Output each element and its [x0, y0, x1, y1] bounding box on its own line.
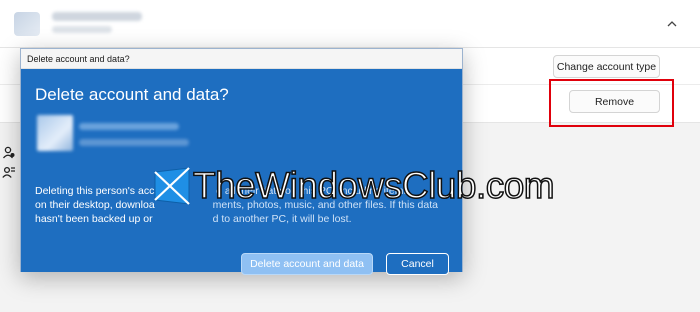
change-account-type-button[interactable]: Change account type: [553, 55, 660, 78]
watermark-text: TheWindowsClub.com: [192, 164, 555, 207]
watermark: TheWindowsClub.com: [153, 163, 603, 215]
account-avatar: [14, 12, 40, 36]
account-name-redacted: [52, 12, 142, 21]
account-card-header[interactable]: [0, 0, 700, 48]
account-type-redacted: [52, 26, 112, 33]
dialog-heading: Delete account and data?: [35, 85, 229, 104]
user-email-redacted: [79, 139, 189, 146]
windows-logo-icon: [154, 167, 190, 205]
delete-account-and-data-button[interactable]: Delete account and data: [241, 253, 373, 275]
user-name-redacted: [79, 123, 179, 130]
cancel-button[interactable]: Cancel: [386, 253, 449, 275]
chevron-up-icon[interactable]: [664, 16, 680, 32]
user-avatar: [37, 115, 73, 151]
person-switch-icon: [2, 166, 15, 178]
remove-button[interactable]: Remove: [569, 90, 660, 113]
person-settings-icon: [2, 146, 15, 159]
dialog-title-bar: Delete account and data?: [21, 49, 462, 69]
delete-account-dialog: Delete account and data? Delete account …: [20, 48, 463, 275]
